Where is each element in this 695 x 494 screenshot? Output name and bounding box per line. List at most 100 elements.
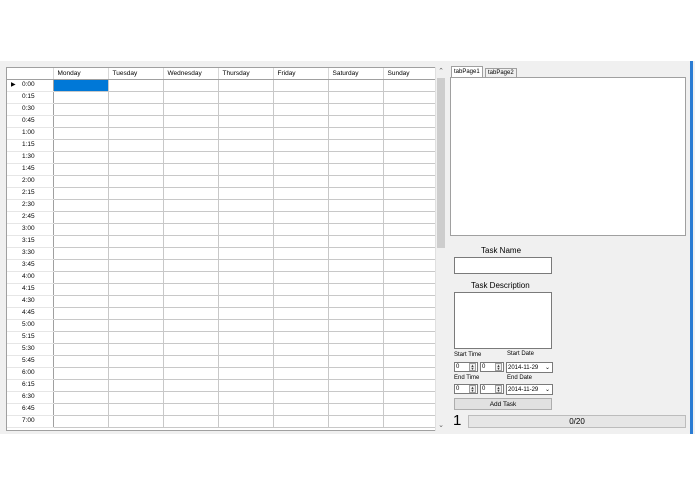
row-header[interactable]: 0:45 xyxy=(7,115,54,128)
grid-cell[interactable] xyxy=(218,151,274,164)
grid-cell[interactable] xyxy=(163,175,219,188)
grid-cell[interactable] xyxy=(328,247,384,260)
task-name-input[interactable] xyxy=(454,257,552,274)
grid-cell[interactable] xyxy=(273,151,329,164)
grid-cell[interactable] xyxy=(383,235,439,248)
schedule-grid[interactable]: Monday Tuesday Wednesday Thursday Friday Satu… xyxy=(6,67,446,431)
grid-cell[interactable] xyxy=(273,343,329,356)
column-header-thursday[interactable]: Thursday xyxy=(218,68,274,80)
grid-cell[interactable] xyxy=(163,295,219,308)
grid-cell[interactable] xyxy=(218,247,274,260)
grid-cell[interactable] xyxy=(108,247,164,260)
grid-cell[interactable] xyxy=(163,151,219,164)
grid-cell[interactable] xyxy=(383,355,439,368)
grid-cell[interactable] xyxy=(163,139,219,152)
scroll-up-icon[interactable]: ⌃ xyxy=(436,67,446,77)
grid-cell[interactable] xyxy=(218,331,274,344)
grid-cell[interactable] xyxy=(273,379,329,392)
grid-cell[interactable] xyxy=(273,79,329,92)
grid-cell[interactable] xyxy=(383,91,439,104)
grid-cell[interactable] xyxy=(108,187,164,200)
grid-cell[interactable] xyxy=(53,307,109,320)
grid-cell[interactable] xyxy=(108,391,164,404)
grid-cell[interactable] xyxy=(218,163,274,176)
grid-cell[interactable] xyxy=(273,319,329,332)
row-header[interactable]: 3:15 xyxy=(7,235,54,248)
grid-cell[interactable] xyxy=(218,319,274,332)
grid-cell[interactable] xyxy=(218,139,274,152)
column-header-saturday[interactable]: Saturday xyxy=(328,68,384,80)
grid-cell[interactable] xyxy=(383,283,439,296)
scroll-down-icon[interactable]: ⌄ xyxy=(436,421,446,431)
row-header[interactable]: 0:15 xyxy=(7,91,54,104)
grid-cell[interactable] xyxy=(273,115,329,128)
column-header-monday[interactable]: Monday xyxy=(53,68,109,80)
grid-cell[interactable] xyxy=(383,247,439,260)
grid-cell[interactable] xyxy=(218,199,274,212)
grid-cell[interactable] xyxy=(383,79,439,92)
grid-cell[interactable] xyxy=(328,319,384,332)
row-header[interactable]: 6:30 xyxy=(7,391,54,404)
grid-cell[interactable] xyxy=(108,295,164,308)
grid-cell[interactable] xyxy=(383,115,439,128)
grid-cell[interactable] xyxy=(163,271,219,284)
row-header[interactable]: 2:45 xyxy=(7,211,54,224)
grid-cell[interactable] xyxy=(163,343,219,356)
grid-cell[interactable] xyxy=(218,79,274,92)
grid-cell[interactable] xyxy=(163,127,219,140)
grid-cell[interactable] xyxy=(328,271,384,284)
grid-cell[interactable] xyxy=(383,211,439,224)
grid-cell[interactable] xyxy=(163,235,219,248)
grid-cell[interactable] xyxy=(163,307,219,320)
grid-cell[interactable] xyxy=(108,127,164,140)
grid-cell[interactable] xyxy=(273,415,329,428)
grid-cell[interactable] xyxy=(108,235,164,248)
grid-cell[interactable] xyxy=(218,91,274,104)
grid-cell[interactable] xyxy=(163,163,219,176)
grid-cell[interactable] xyxy=(108,79,164,92)
grid-cell[interactable] xyxy=(163,403,219,416)
grid-cell[interactable] xyxy=(53,211,109,224)
grid-cell[interactable] xyxy=(53,319,109,332)
grid-cell[interactable] xyxy=(53,247,109,260)
row-header[interactable]: 1:30 xyxy=(7,151,54,164)
grid-cell[interactable] xyxy=(108,307,164,320)
grid-cell[interactable] xyxy=(108,139,164,152)
grid-cell[interactable] xyxy=(273,139,329,152)
grid-cell[interactable] xyxy=(328,139,384,152)
row-header[interactable]: 3:30 xyxy=(7,247,54,260)
grid-cell[interactable] xyxy=(383,379,439,392)
grid-cell[interactable] xyxy=(53,355,109,368)
grid-cell[interactable] xyxy=(53,379,109,392)
row-header[interactable]: 3:00 xyxy=(7,223,54,236)
grid-cell[interactable] xyxy=(163,91,219,104)
grid-cell[interactable] xyxy=(108,343,164,356)
grid-cell[interactable] xyxy=(218,223,274,236)
grid-cell[interactable] xyxy=(108,163,164,176)
row-header[interactable]: 6:15 xyxy=(7,379,54,392)
grid-cell[interactable] xyxy=(328,115,384,128)
grid-cell[interactable] xyxy=(328,391,384,404)
grid-cell[interactable] xyxy=(383,391,439,404)
grid-cell[interactable] xyxy=(328,283,384,296)
row-header[interactable]: 4:45 xyxy=(7,307,54,320)
grid-cell[interactable] xyxy=(328,355,384,368)
grid-cell[interactable] xyxy=(163,223,219,236)
grid-cell[interactable] xyxy=(273,223,329,236)
grid-cell[interactable] xyxy=(53,391,109,404)
grid-cell[interactable] xyxy=(108,319,164,332)
grid-cell[interactable] xyxy=(53,415,109,428)
grid-cell[interactable] xyxy=(163,247,219,260)
grid-cell[interactable] xyxy=(273,163,329,176)
grid-cell[interactable] xyxy=(383,331,439,344)
row-header[interactable]: 4:15 xyxy=(7,283,54,296)
grid-cell[interactable] xyxy=(328,79,384,92)
grid-cell[interactable] xyxy=(383,271,439,284)
grid-cell[interactable] xyxy=(273,271,329,284)
grid-cell[interactable] xyxy=(218,343,274,356)
grid-cell[interactable] xyxy=(53,331,109,344)
grid-cell[interactable] xyxy=(108,271,164,284)
grid-cell[interactable] xyxy=(273,259,329,272)
grid-cell[interactable] xyxy=(53,127,109,140)
grid-cell[interactable] xyxy=(218,259,274,272)
